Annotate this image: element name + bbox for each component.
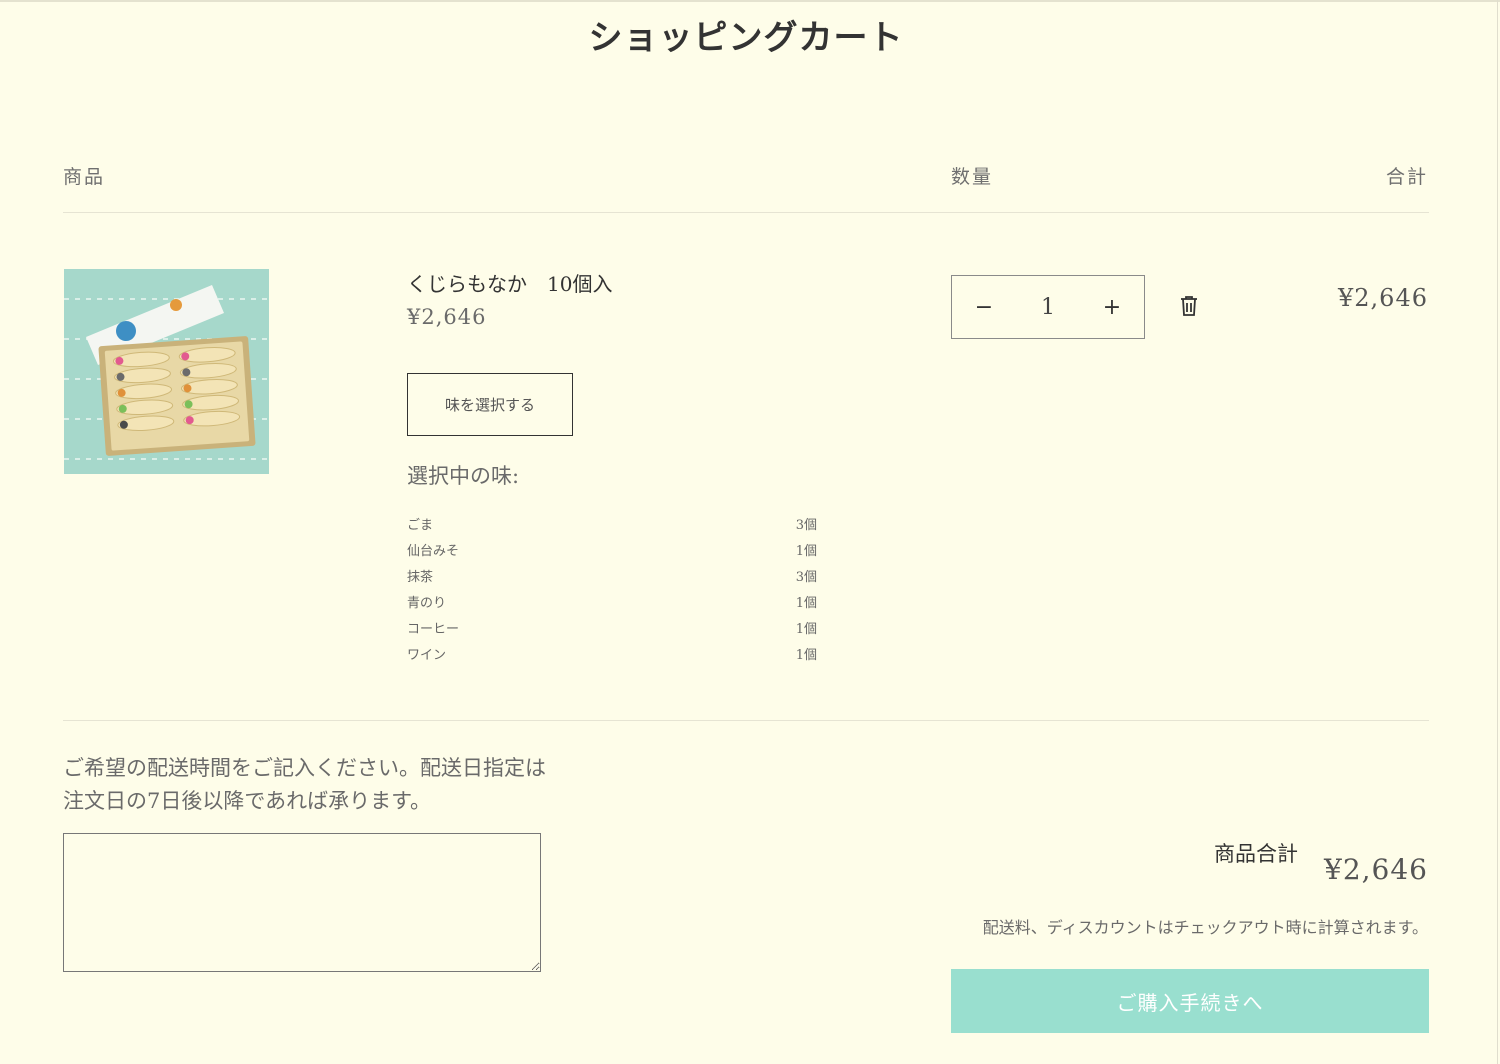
column-header-product: 商品 bbox=[63, 166, 106, 188]
product-name[interactable]: くじらもなか 10個入 bbox=[407, 268, 612, 297]
flavor-count: 1個 bbox=[795, 622, 817, 637]
column-header-quantity: 数量 bbox=[951, 166, 994, 188]
cart-page: ショッピングカート 商品 数量 合計 くじらもなか 10個入 ¥2,646 味を… bbox=[0, 0, 1500, 1064]
top-divider bbox=[0, 0, 1500, 2]
flavor-count: 1個 bbox=[795, 544, 817, 559]
flavor-name: ワイン bbox=[407, 648, 447, 663]
flavor-row: ごま 3個 bbox=[407, 514, 817, 540]
flavor-name: ごま bbox=[407, 518, 434, 533]
flavor-count: 3個 bbox=[795, 570, 817, 585]
flavor-row: 抹茶 3個 bbox=[407, 566, 817, 592]
decrease-quantity-button[interactable]: − bbox=[952, 276, 1016, 338]
quantity-stepper: − + bbox=[951, 275, 1145, 339]
flavor-count: 3個 bbox=[795, 518, 817, 533]
flavor-row: コーヒー 1個 bbox=[407, 618, 817, 644]
selected-flavor-list: ごま 3個 仙台みそ 1個 抹茶 3個 青のり 1個 コーヒー 1個 ワイン 1… bbox=[407, 514, 817, 670]
shipping-note: 配送料、ディスカウントはチェックアウト時に計算されます。 bbox=[982, 918, 1428, 937]
increase-quantity-button[interactable]: + bbox=[1080, 276, 1144, 338]
flavor-name: 青のり bbox=[407, 596, 447, 611]
section-divider bbox=[63, 720, 1429, 721]
flavor-name: 仙台みそ bbox=[407, 544, 460, 559]
line-total: ¥2,646 bbox=[1338, 284, 1428, 312]
product-photo-illustration bbox=[64, 269, 269, 474]
product-image[interactable] bbox=[64, 269, 269, 474]
flavor-row: 青のり 1個 bbox=[407, 592, 817, 618]
flavor-row: ワイン 1個 bbox=[407, 644, 817, 670]
select-flavor-button[interactable]: 味を選択する bbox=[407, 373, 573, 436]
checkout-button[interactable]: ご購入手続きへ bbox=[951, 969, 1429, 1033]
delivery-note-input[interactable] bbox=[63, 833, 541, 972]
right-divider bbox=[1497, 0, 1498, 1064]
product-price: ¥2,646 bbox=[407, 305, 487, 329]
subtotal-value: ¥2,646 bbox=[1324, 853, 1428, 886]
flavor-name: コーヒー bbox=[407, 622, 460, 637]
quantity-input[interactable] bbox=[1016, 276, 1080, 338]
flavor-row: 仙台みそ 1個 bbox=[407, 540, 817, 566]
selected-flavors-title: 選択中の味: bbox=[407, 464, 520, 488]
flavor-count: 1個 bbox=[795, 648, 817, 663]
page-title: ショッピングカート bbox=[588, 18, 904, 58]
column-header-total: 合計 bbox=[1385, 166, 1428, 188]
header-divider bbox=[63, 212, 1429, 213]
subtotal-label: 商品合計 bbox=[1214, 842, 1298, 866]
flavor-count: 1個 bbox=[795, 596, 817, 611]
flavor-name: 抹茶 bbox=[407, 570, 434, 585]
delivery-note-label: ご希望の配送時間をご記入ください。配送日指定は注文日の7日後以降であれば承ります… bbox=[63, 756, 546, 813]
trash-icon[interactable] bbox=[1178, 294, 1200, 318]
